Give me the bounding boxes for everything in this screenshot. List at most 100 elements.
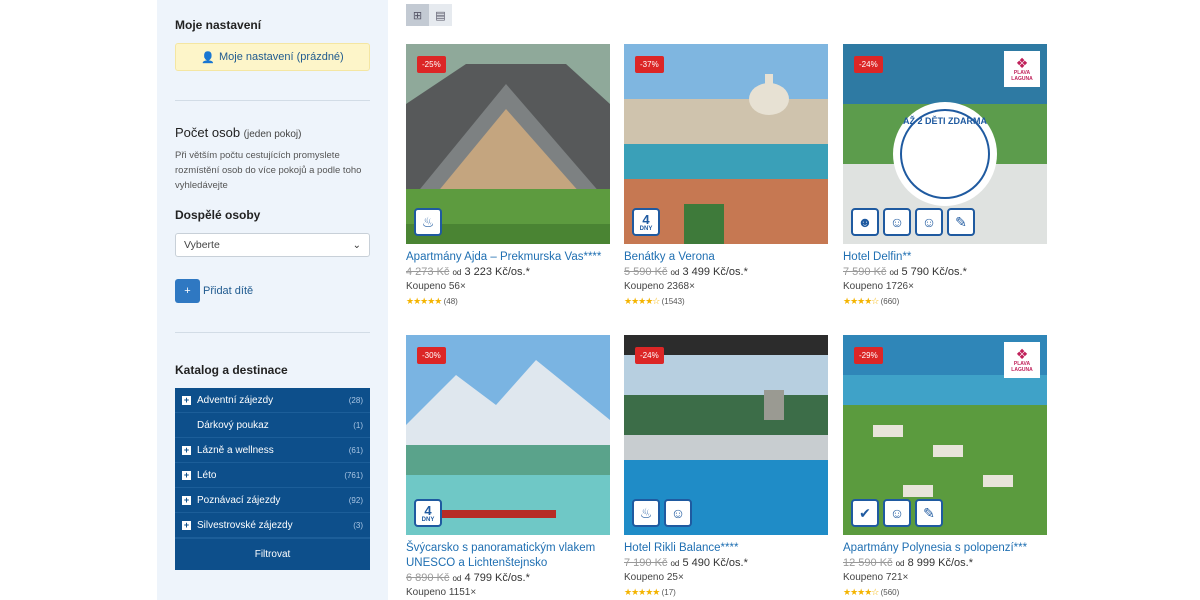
rating: ★★★★☆ (560) (843, 585, 1047, 600)
catalog-item[interactable]: + Léto (761) (175, 463, 370, 488)
divider (175, 100, 370, 101)
rating: ★★★★★ (17) (624, 585, 828, 600)
catalog-item[interactable]: + Poznávací zájezdy (92) (175, 488, 370, 513)
brand-logo: ❖ PLAVA LAGUNA (1004, 342, 1040, 378)
product-price: 7 190 Kč od 5 490 Kč/os.* (624, 556, 828, 571)
price-from: od (670, 268, 680, 277)
smile-icon: ☺ (664, 499, 692, 527)
old-price: 5 590 Kč (624, 266, 668, 278)
plus-icon[interactable]: + (175, 279, 200, 303)
price-from: od (452, 574, 462, 583)
smile-icon: ☺ (883, 499, 911, 527)
product-title[interactable]: Apartmány Ajda – Prekmurska Vas**** (406, 250, 610, 265)
duration-label: DNY (639, 225, 653, 232)
duration-days: 4 (642, 211, 650, 227)
persons-note: Při větším počtu cestujících promyslete … (175, 150, 362, 191)
current-price: 4 799 Kč/os.* (464, 572, 530, 584)
review-count: (560) (880, 588, 900, 597)
catalog-tree: + Adventní zájezdy (28) Dárkový poukaz (… (175, 388, 370, 570)
product-price: 4 273 Kč od 3 223 Kč/os.* (406, 265, 610, 280)
old-price: 12 590 Kč (843, 557, 893, 569)
filter-sidebar: Moje nastavení 👤 Moje nastavení (prázdné… (157, 0, 388, 600)
old-price: 7 590 Kč (843, 266, 887, 278)
list-view-icon[interactable]: ▤ (429, 4, 452, 26)
catalog-item-count: (92) (348, 495, 363, 505)
expand-icon[interactable]: + (182, 520, 191, 530)
expand-icon[interactable]: + (182, 395, 191, 405)
current-price: 5 490 Kč/os.* (682, 557, 748, 569)
product-image[interactable]: -24% ♨ ☺ (624, 335, 828, 535)
product-image[interactable]: -30% 4 DNY (406, 335, 610, 535)
review-count: (660) (880, 297, 900, 306)
product-title[interactable]: Hotel Rikli Balance**** (624, 541, 828, 556)
catalog-item-label[interactable]: Lázně a wellness (197, 445, 349, 456)
product-image[interactable]: -29% ❖ PLAVA LAGUNA ✔ ☺ ✎ (843, 335, 1047, 535)
catalog-item[interactable]: Dárkový poukaz (1) (175, 413, 370, 438)
adults-title: Dospělé osoby (175, 208, 261, 222)
product-title[interactable]: Hotel Delfin** (843, 250, 1047, 265)
expand-icon[interactable]: + (182, 445, 191, 455)
catalog-item[interactable]: + Silvestrovské zájezdy (3) (175, 513, 370, 538)
product-image[interactable]: -24% ❖ PLAVA LAGUNA AŽ 2 DĚTI ZDARMA ☻ ☺… (843, 44, 1047, 244)
expand-icon[interactable]: + (182, 470, 191, 480)
product-card[interactable]: -29% ❖ PLAVA LAGUNA ✔ ☺ ✎ Apartmány Poly… (843, 335, 1047, 600)
family-icon: ☻ (851, 208, 879, 236)
pet-icon: ✎ (915, 499, 943, 527)
current-price: 3 223 Kč/os.* (464, 266, 530, 278)
promo-text: AŽ 2 DĚTI ZDARMA (903, 116, 987, 126)
verified-icon: ✔ (851, 499, 879, 527)
product-card[interactable]: -25% ♨ Apartmány Ajda – Prekmurska Vas**… (406, 44, 610, 309)
hotel-wellness-icon: ♨ (414, 208, 442, 236)
price-from: od (895, 559, 905, 568)
product-card[interactable]: -24% ❖ PLAVA LAGUNA AŽ 2 DĚTI ZDARMA ☻ ☺… (843, 44, 1047, 309)
discount-badge: -30% (417, 347, 446, 364)
grid-view-icon[interactable]: ⊞ (406, 4, 429, 26)
add-child-button[interactable]: + Přidat dítě (175, 279, 253, 303)
my-settings-button[interactable]: 👤 Moje nastavení (prázdné) (175, 43, 370, 71)
bought-count: Koupeno 1726× (843, 281, 914, 292)
catalog-item-label[interactable]: Léto (197, 470, 344, 481)
catalog-item[interactable]: + Lázně a wellness (61) (175, 438, 370, 463)
product-title[interactable]: Apartmány Polynesia s polopenzí*** (843, 541, 1047, 556)
product-title[interactable]: Benátky a Verona (624, 250, 828, 265)
product-card[interactable]: -37% 4 DNY Benátky a Verona 5 590 Kč od … (624, 44, 828, 309)
old-price: 7 190 Kč (624, 557, 668, 569)
product-title[interactable]: Švýcarsko s panoramatickým vlakem UNESCO… (406, 541, 610, 571)
product-card[interactable]: -24% ♨ ☺ Hotel Rikli Balance**** 7 190 K… (624, 335, 828, 600)
expand-icon[interactable]: + (182, 495, 191, 505)
rating: ★★★★☆ (1543) (624, 294, 828, 309)
product-price: 12 590 Kč od 8 999 Kč/os.* (843, 556, 1047, 571)
catalog-item-count: (761) (344, 470, 363, 480)
feature-icons: 4 DNY (632, 208, 660, 236)
catalog-item-label[interactable]: Poznávací zájezdy (197, 495, 349, 506)
catalog-item-label[interactable]: Dárkový poukaz (197, 420, 353, 431)
product-image[interactable]: -37% 4 DNY (624, 44, 828, 244)
duration-days: 4 (424, 502, 432, 518)
catalog-item-count: (3) (353, 520, 363, 530)
view-toggle: ⊞ ▤ (406, 4, 452, 26)
brand-name: PLAVA LAGUNA (1011, 361, 1033, 373)
duration-icon: 4 DNY (414, 499, 442, 527)
feature-icons: ☻ ☺ ☺ ✎ (851, 208, 975, 236)
bought-count: Koupeno 25× (624, 572, 684, 583)
discount-badge: -24% (854, 56, 883, 73)
star-rating-icon: ★★★★★ (406, 296, 442, 306)
feature-icons: ✔ ☺ ✎ (851, 499, 943, 527)
catalog-item-label[interactable]: Silvestrovské zájezdy (197, 520, 353, 531)
product-card[interactable]: -30% 4 DNY Švýcarsko s panoramatickým vl… (406, 335, 610, 600)
bought-count: Koupeno 56× (406, 281, 466, 292)
chevron-down-icon: ⌄ (352, 239, 361, 251)
adults-select[interactable]: Vyberte ⌄ (175, 233, 370, 257)
product-image[interactable]: -25% ♨ (406, 44, 610, 244)
seahorse-icon: ❖ (1015, 55, 1029, 71)
brand-logo: ❖ PLAVA LAGUNA (1004, 51, 1040, 87)
star-rating-icon: ★★★★☆ (624, 296, 660, 306)
catalog-item[interactable]: + Adventní zájezdy (28) (175, 388, 370, 413)
rating: ★★★★☆ (660) (843, 294, 1047, 309)
filter-button[interactable]: Filtrovat (175, 538, 370, 570)
add-child-label[interactable]: Přidat dítě (203, 285, 253, 297)
discount-badge: -25% (417, 56, 446, 73)
catalog-item-label[interactable]: Adventní zájezdy (197, 395, 349, 406)
current-price: 8 999 Kč/os.* (907, 557, 974, 569)
